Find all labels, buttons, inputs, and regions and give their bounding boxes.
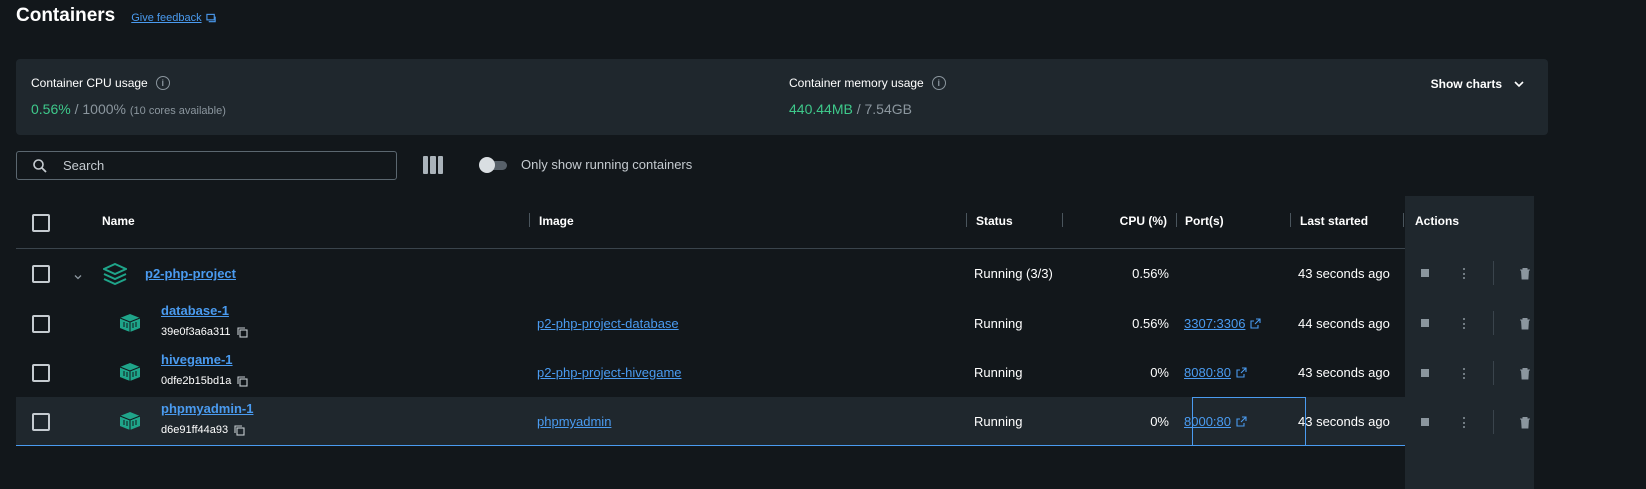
stack-icon — [103, 263, 127, 285]
container-last-started: 43 seconds ago — [1298, 414, 1390, 429]
container-cpu: 0% — [1150, 365, 1169, 380]
stop-icon[interactable] — [1421, 319, 1429, 327]
port-link[interactable]: 8000:80 — [1184, 414, 1247, 429]
show-charts-button[interactable]: Show charts — [1431, 77, 1526, 91]
table-row[interactable]: database-1 39e0f3a6a311 p2-php-project-d… — [16, 298, 1405, 347]
project-cpu: 0.56% — [1132, 266, 1169, 281]
container-cpu: 0.56% — [1132, 316, 1169, 331]
container-icon — [119, 362, 141, 382]
trash-icon[interactable] — [1519, 267, 1531, 285]
container-last-started: 44 seconds ago — [1298, 316, 1390, 331]
copy-icon[interactable] — [236, 326, 248, 338]
chevron-down-icon[interactable] — [73, 269, 83, 287]
table-header: Name Image Status CPU (%) Port(s) Last s… — [16, 196, 1405, 249]
copy-icon[interactable] — [237, 375, 248, 387]
external-link-icon — [1236, 367, 1247, 378]
trash-icon[interactable] — [1519, 367, 1531, 385]
show-charts-label: Show charts — [1430, 77, 1502, 91]
container-last-started: 43 seconds ago — [1298, 365, 1390, 380]
column-cpu[interactable]: CPU (%) — [1120, 214, 1167, 228]
cpu-total: 1000% — [82, 101, 126, 117]
actions-column — [1405, 196, 1534, 489]
column-image[interactable]: Image — [539, 214, 574, 228]
table-row[interactable]: hivegame-1 0dfe2b15bd1a p2-php-project-h… — [16, 347, 1405, 396]
external-link-icon — [1236, 416, 1247, 427]
project-status: Running (3/3) — [974, 266, 1053, 281]
column-status[interactable]: Status — [976, 214, 1013, 228]
container-name-link[interactable]: phpmyadmin-1 — [161, 401, 253, 416]
memory-sep: / — [852, 101, 865, 117]
column-ports[interactable]: Port(s) — [1185, 214, 1224, 228]
stop-icon[interactable] — [1421, 418, 1429, 426]
container-icon — [119, 411, 141, 431]
cpu-sep: / — [70, 101, 83, 117]
row-checkbox[interactable] — [32, 315, 50, 333]
stop-icon[interactable] — [1421, 369, 1429, 377]
container-icon — [119, 313, 141, 333]
table-row[interactable]: phpmyadmin-1 d6e91ff44a93 phpmyadmin Run… — [16, 397, 1405, 446]
running-only-label: Only show running containers — [521, 157, 693, 172]
more-icon[interactable] — [1462, 368, 1465, 379]
container-status: Running — [974, 365, 1023, 380]
search-input[interactable] — [61, 157, 365, 174]
project-name-link[interactable]: p2-php-project — [145, 266, 236, 281]
container-id: 39e0f3a6a311 — [161, 326, 248, 338]
info-icon[interactable]: i — [155, 76, 170, 90]
row-checkbox[interactable] — [32, 265, 50, 283]
give-feedback-link[interactable]: Give feedback — [131, 12, 216, 24]
cpu-usage-value: 0.56% / 1000% (10 cores available) — [31, 101, 226, 117]
memory-total: 7.54GB — [864, 101, 912, 117]
container-name-link[interactable]: hivegame-1 — [161, 352, 233, 367]
memory-used: 440.44MB — [789, 101, 853, 117]
cpu-cores-note: (10 cores available) — [129, 105, 226, 117]
image-link[interactable]: phpmyadmin — [537, 414, 611, 429]
cpu-used: 0.56% — [31, 101, 71, 117]
memory-usage-label: Container memory usage — [789, 76, 924, 90]
external-link-icon — [1250, 318, 1262, 329]
chevron-down-icon — [1514, 81, 1524, 88]
cpu-usage-stat: Container CPU usage i 0.56% / 1000% (10 … — [31, 76, 226, 117]
container-id: 0dfe2b15bd1a — [161, 375, 248, 387]
page-title: Containers — [16, 5, 116, 26]
image-link[interactable]: p2-php-project-database — [537, 316, 679, 331]
port-link[interactable]: 8080:80 — [1184, 365, 1247, 380]
row-checkbox[interactable] — [32, 413, 50, 431]
select-all-checkbox[interactable] — [32, 214, 50, 232]
info-icon[interactable]: i — [931, 76, 946, 90]
container-status: Running — [974, 316, 1023, 331]
search-icon — [33, 158, 47, 173]
trash-icon[interactable] — [1519, 416, 1531, 434]
stop-icon[interactable] — [1421, 269, 1429, 277]
cpu-usage-label: Container CPU usage — [31, 76, 148, 90]
usage-stats-panel: Container CPU usage i 0.56% / 1000% (10 … — [16, 59, 1548, 135]
container-name-link[interactable]: database-1 — [161, 303, 229, 318]
row-checkbox[interactable] — [32, 364, 50, 382]
more-icon[interactable] — [1462, 268, 1465, 279]
container-cpu: 0% — [1150, 414, 1169, 429]
image-link[interactable]: p2-php-project-hivegame — [537, 365, 682, 380]
column-name[interactable]: Name — [102, 214, 135, 228]
trash-icon[interactable] — [1519, 317, 1531, 335]
container-status: Running — [974, 414, 1023, 429]
title-row: Containers Give feedback — [16, 5, 217, 27]
project-last-started: 43 seconds ago — [1298, 266, 1390, 281]
columns-icon[interactable] — [423, 156, 443, 174]
feedback-icon — [205, 13, 216, 22]
table-row-project[interactable]: p2-php-project Running (3/3) 0.56% 43 se… — [16, 249, 1405, 298]
port-link[interactable]: 3307:3306 — [1184, 316, 1262, 331]
column-last-started[interactable]: Last started — [1300, 214, 1368, 228]
container-id: d6e91ff44a93 — [161, 424, 245, 436]
copy-icon[interactable] — [234, 424, 245, 436]
give-feedback-label: Give feedback — [131, 12, 202, 24]
running-only-toggle[interactable] — [479, 157, 507, 173]
column-actions: Actions — [1415, 214, 1460, 228]
memory-usage-stat: Container memory usage i 440.44MB / 7.54… — [789, 76, 946, 117]
more-icon[interactable] — [1462, 417, 1465, 428]
memory-usage-value: 440.44MB / 7.54GB — [789, 101, 946, 117]
more-icon[interactable] — [1462, 318, 1465, 329]
search-box[interactable] — [16, 151, 397, 180]
